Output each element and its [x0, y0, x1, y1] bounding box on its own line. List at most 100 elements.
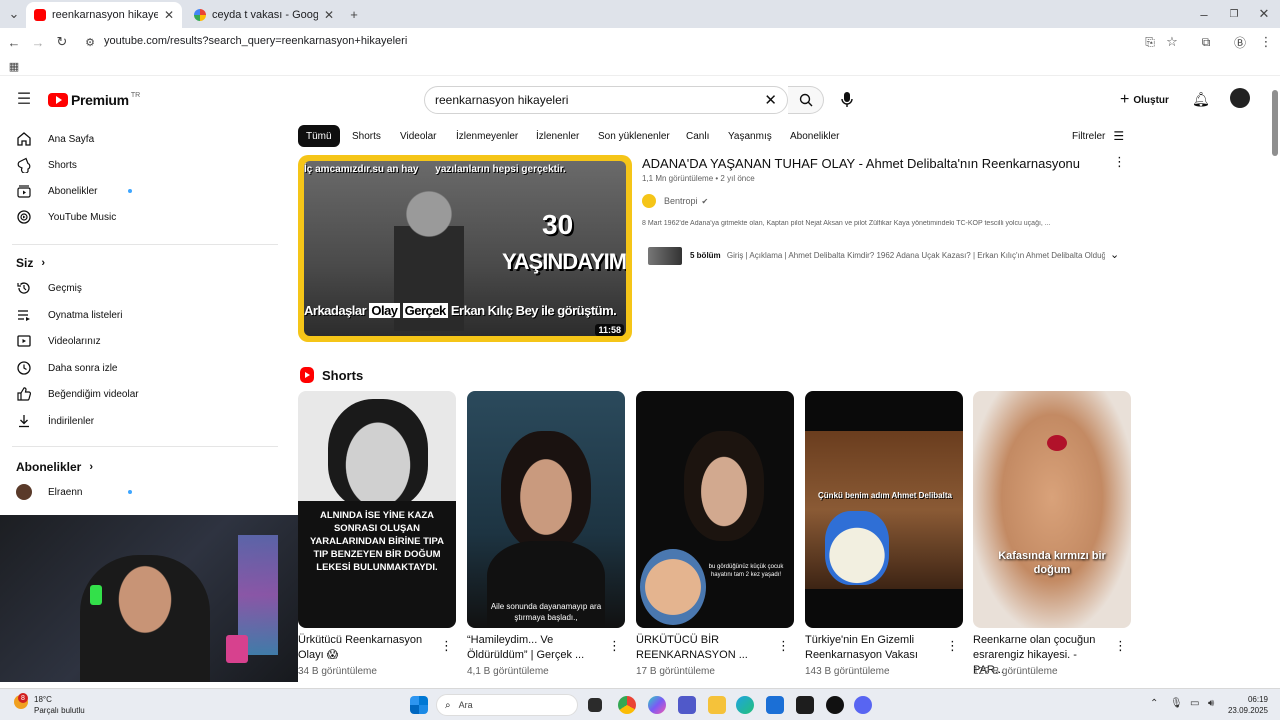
short-more-kebab-icon[interactable]: ⋮ — [946, 638, 959, 654]
sidebar-item-subscriptions[interactable]: Abonelikler — [0, 178, 290, 204]
hamburger-menu-icon[interactable]: ☰ — [14, 89, 34, 109]
notifications-bell-icon[interactable]: 🔔︎ — [1192, 91, 1210, 108]
chip-unwatched[interactable]: İzlenmeyenler — [448, 125, 526, 147]
thumbnail-caption-c: Gerçek — [402, 303, 448, 318]
new-tab-icon[interactable]: + — [344, 4, 364, 24]
short-title[interactable]: Türkiye'nin En Gizemli Reenkarnasyon Vak… — [805, 633, 940, 663]
create-button[interactable]: + Oluştur — [1120, 91, 1169, 109]
sidebar-item-label: Elraenn — [48, 486, 83, 498]
chip-live[interactable]: Canlı — [678, 125, 717, 147]
youtube-premium-logo[interactable]: Premium TR — [48, 92, 140, 108]
teams-icon[interactable] — [678, 696, 696, 714]
install-app-icon[interactable]: ⎘ — [1140, 32, 1160, 52]
network-icon[interactable]: ▭ — [1190, 698, 1199, 709]
chapter-thumbnail[interactable] — [648, 247, 682, 265]
sidebar-item-channel-elraenn[interactable]: Elraenn — [0, 479, 290, 505]
short-title[interactable]: ÜRKÜTÜCÜ BİR REENKARNASYON ... — [636, 633, 771, 663]
weather-widget[interactable]: 8 — [12, 693, 34, 715]
video-thumbnail[interactable]: İç amcamızdır.su an hay yazılanların hep… — [298, 155, 632, 342]
reload-icon[interactable]: ↻ — [52, 32, 72, 52]
sidebar-item-label: Ana Sayfa — [48, 133, 95, 145]
sidebar-item-history[interactable]: Geçmiş — [0, 275, 290, 301]
store-icon[interactable] — [766, 696, 784, 714]
chrome-icon[interactable] — [618, 696, 636, 714]
avatar[interactable] — [1230, 88, 1250, 108]
minimize-icon[interactable]: – — [1194, 4, 1214, 24]
voice-search-icon[interactable] — [838, 90, 856, 110]
taskbar-clock[interactable]: 06:19 23.09.2025 — [1224, 694, 1268, 716]
profile-icon[interactable]: Ⓑ — [1230, 32, 1250, 52]
video-channel[interactable]: Bentropi ✔ — [642, 194, 708, 208]
sidebar-item-downloads[interactable]: İndirilenler — [0, 408, 290, 434]
sidebar-item-shorts[interactable]: Shorts — [0, 152, 290, 178]
apps-grid-icon[interactable]: ▦ — [4, 56, 24, 76]
extensions-icon[interactable]: ⧉ — [1196, 32, 1216, 52]
short-thumbnail[interactable]: Kafasında kırmızı bir doğum — [973, 391, 1131, 628]
file-explorer-icon[interactable] — [708, 696, 726, 714]
sidebar-item-playlists[interactable]: Oynatma listeleri — [0, 302, 290, 328]
close-tab-icon[interactable]: ✕ — [324, 8, 334, 22]
short-more-kebab-icon[interactable]: ⋮ — [608, 638, 621, 654]
sidebar-item-your-videos[interactable]: Videolarınız — [0, 328, 290, 354]
webcam-overlay — [0, 515, 298, 682]
short-title[interactable]: Ürkütücü Reenkarnasyon Olayı 😱 — [298, 633, 433, 663]
maximize-icon[interactable]: ❐ — [1224, 4, 1244, 24]
short-more-kebab-icon[interactable]: ⋮ — [777, 638, 790, 654]
site-info-icon[interactable]: ⚙ — [80, 32, 100, 52]
chip-subscriptions[interactable]: Abonelikler — [782, 125, 847, 147]
chip-watched[interactable]: İzlenenler — [528, 125, 587, 147]
tray-chevron-icon[interactable]: ⌃ — [1150, 698, 1158, 709]
sidebar-item-home[interactable]: Ana Sayfa — [0, 126, 290, 152]
app-icon-gaming[interactable] — [796, 696, 814, 714]
bookmark-star-icon[interactable]: ☆ — [1162, 32, 1182, 52]
sidebar-subscriptions-header[interactable]: Abonelikler › — [16, 460, 93, 474]
short-thumbnail[interactable]: bu gördüğünüz küçük çocuk hayatını tam 2… — [636, 391, 794, 628]
short-title[interactable]: “Hamileydim... Ve Öldürüldüm” | Gerçek .… — [467, 633, 602, 663]
sidebar-item-liked-videos[interactable]: Beğendiğim videolar — [0, 381, 290, 407]
search-button[interactable] — [788, 86, 824, 114]
logo-country: TR — [130, 91, 141, 99]
chip-lived[interactable]: Yaşanmış — [720, 125, 780, 147]
windows-start-icon[interactable] — [410, 696, 428, 714]
microphone-icon[interactable]: 🎙︎ — [1170, 698, 1183, 709]
close-window-icon[interactable]: ✕ — [1254, 4, 1274, 24]
close-tab-icon[interactable]: ✕ — [164, 8, 174, 22]
desk-object — [226, 635, 248, 663]
tab-youtube[interactable]: reenkarnasyon hikayeleri - YouTube ✕ — [26, 2, 182, 28]
chip-shorts[interactable]: Shorts — [344, 125, 389, 147]
forward-icon[interactable]: → — [28, 32, 48, 52]
edge-icon[interactable] — [736, 696, 754, 714]
sidebar-item-label: Abonelikler — [48, 185, 98, 197]
short-more-kebab-icon[interactable]: ⋮ — [440, 638, 453, 654]
chip-all[interactable]: Tümü — [298, 125, 340, 147]
channel-avatar — [642, 194, 656, 208]
short-thumbnail[interactable]: Çünkü benim adım Ahmet Delibalta — [805, 391, 963, 628]
chip-recently-uploaded[interactable]: Son yüklenenler — [590, 125, 678, 147]
tab-google[interactable]: ceyda t vakası - Google'da Ara ✕ — [186, 2, 342, 28]
short-thumbnail[interactable]: Aile sonunda dayanamayıp ara ştırmaya ba… — [467, 391, 625, 628]
chip-videos[interactable]: Videolar — [392, 125, 445, 147]
volume-icon[interactable]: 🔊︎ — [1208, 698, 1214, 709]
short-more-kebab-icon[interactable]: ⋮ — [1114, 638, 1127, 654]
expand-chapters-chevron-icon[interactable]: ⌄ — [1110, 248, 1119, 261]
app-icon-obs[interactable] — [826, 696, 844, 714]
discord-icon[interactable] — [854, 696, 872, 714]
url-text[interactable]: youtube.com/results?search_query=reenkar… — [104, 35, 407, 47]
sidebar-item-watch-later[interactable]: Daha sonra izle — [0, 355, 290, 381]
copilot-icon[interactable] — [648, 696, 666, 714]
page-scrollbar[interactable] — [1272, 90, 1278, 156]
video-more-kebab-icon[interactable]: ⋮ — [1113, 154, 1126, 170]
sidebar-item-youtube-music[interactable]: YouTube Music — [0, 204, 290, 230]
menu-kebab-icon[interactable]: ⋮ — [1256, 32, 1276, 52]
video-chapters[interactable]: 5 bölüm Giriş | Açıklama | Ahmet Delibal… — [690, 251, 1105, 260]
tab-list-chevron-icon[interactable]: ⌄ — [4, 4, 24, 24]
search-input[interactable]: reenkarnasyon hikayeleri ✕ — [424, 86, 788, 114]
task-view-icon[interactable] — [588, 698, 602, 712]
video-title[interactable]: ADANA'DA YAŞANAN TUHAF OLAY - Ahmet Deli… — [642, 156, 1082, 171]
filters-button[interactable]: Filtreler ☰ — [1072, 129, 1124, 143]
short-thumbnail[interactable]: ALNINDA İSE YİNE KAZA SONRASI OLUŞAN YAR… — [298, 391, 456, 628]
taskbar-search-box[interactable]: ⌕ Ara — [436, 694, 578, 716]
sidebar-you-header[interactable]: Siz › — [16, 256, 45, 270]
clear-search-icon[interactable]: ✕ — [764, 91, 777, 109]
back-icon[interactable]: ← — [4, 32, 24, 52]
